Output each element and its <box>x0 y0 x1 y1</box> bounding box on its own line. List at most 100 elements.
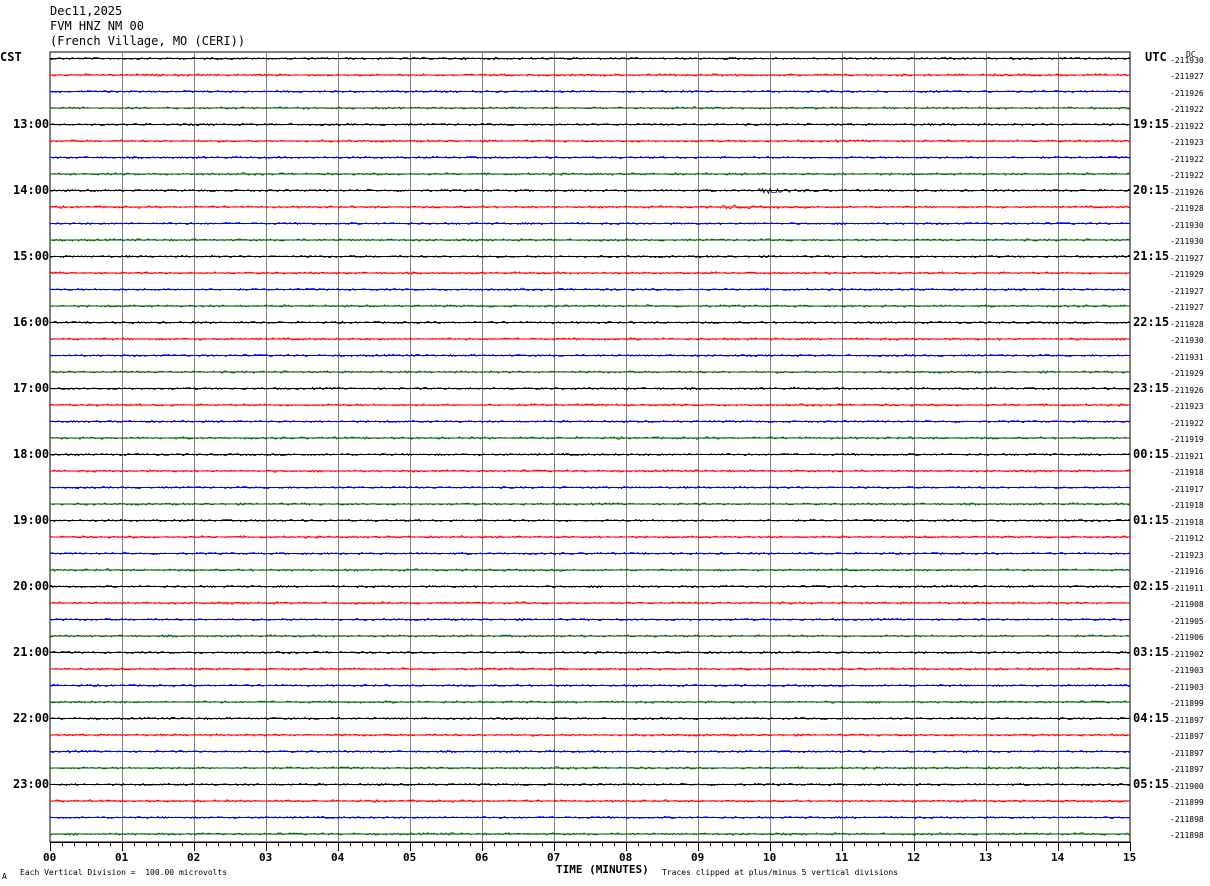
x-tick-label: 03 <box>259 851 273 864</box>
dc-offset-label: -211899 <box>1170 798 1204 807</box>
dc-offset-label: -211916 <box>1170 567 1204 576</box>
right-timezone-label: UTC <box>1145 50 1167 64</box>
x-tick-label: 12 <box>907 851 921 864</box>
dc-offset-label: -211903 <box>1170 682 1204 692</box>
x-tick-label: 02 <box>187 851 201 864</box>
dc-offset-label: -211922 <box>1170 105 1204 114</box>
x-tick-label: 11 <box>835 851 849 864</box>
right-hour-label: 04:15 <box>1133 710 1170 725</box>
dc-offset-label: -211929 <box>1170 369 1204 378</box>
left-hour-label: 19:00 <box>13 512 50 527</box>
dc-offset-label: -211926 <box>1170 88 1204 98</box>
right-hour-label: 19:15 <box>1133 116 1170 131</box>
dc-offset-label: -211927 <box>1170 286 1204 296</box>
dc-offset-label: -211930 <box>1170 55 1204 65</box>
dc-offset-label: -211900 <box>1170 781 1204 791</box>
right-hour-label: 05:15 <box>1133 776 1170 791</box>
dc-offset-label: -211930 <box>1170 336 1204 345</box>
x-tick-label: 01 <box>115 851 129 864</box>
dc-offset-label: -211897 <box>1170 732 1204 741</box>
right-hour-label: 21:15 <box>1133 248 1170 263</box>
trace-signal <box>49 187 1131 195</box>
dc-offset-label: -211930 <box>1170 237 1204 246</box>
x-tick-label: 14 <box>1051 851 1065 864</box>
header-station: FVM HNZ NM 00 <box>50 19 144 33</box>
header-location: (French Village, MO (CERI)) <box>50 34 246 48</box>
x-tick-label: 13 <box>979 851 993 864</box>
clip-note: Traces clipped at plus/minus 5 vertical … <box>662 868 899 877</box>
right-hour-label: 23:15 <box>1133 380 1170 395</box>
dc-offset-label: -211922 <box>1170 121 1204 131</box>
dc-offset-label: -211919 <box>1170 435 1204 444</box>
corner-mark: A <box>2 872 7 881</box>
right-hour-label: 01:15 <box>1133 512 1170 527</box>
dc-offset-label: -211926 <box>1170 385 1204 395</box>
trace-signal <box>49 271 1131 276</box>
dc-offset-label: -211899 <box>1170 699 1204 708</box>
dc-offset-label: -211930 <box>1170 220 1204 230</box>
dc-offset-label: -211927 <box>1170 303 1204 312</box>
header-date: Dec11,2025 <box>50 4 123 18</box>
dc-offset-label: -211922 <box>1170 171 1204 180</box>
x-tick-label: 00 <box>43 851 57 864</box>
plot-border <box>49 51 1131 843</box>
right-hour-label: 02:15 <box>1133 578 1170 593</box>
helicorder-plot <box>49 51 1131 851</box>
dc-offset-label: -211918 <box>1170 468 1204 477</box>
dc-offset-label: -211897 <box>1170 748 1204 758</box>
x-tick-label: 10 <box>763 851 777 864</box>
left-hour-label: 15:00 <box>13 248 50 263</box>
dc-offset-label: -211928 <box>1170 319 1204 329</box>
x-tick-label: 15 <box>1123 851 1137 864</box>
trace-signal <box>49 832 1131 836</box>
dc-offset-label: -211908 <box>1170 600 1204 609</box>
dc-offset-label: -211912 <box>1170 534 1204 543</box>
trace-signal <box>49 485 1131 490</box>
left-hour-label: 21:00 <box>13 644 50 659</box>
dc-offset-label: -211927 <box>1170 253 1204 263</box>
right-hour-label: 03:15 <box>1133 644 1170 659</box>
dc-offset-label: -211931 <box>1170 352 1204 362</box>
dc-offset-label: -211923 <box>1170 550 1204 560</box>
seismic-traces <box>49 56 1131 836</box>
left-hour-label: 18:00 <box>13 446 50 461</box>
dc-offset-label: -211927 <box>1170 72 1204 81</box>
dc-offset-label: -211897 <box>1170 765 1204 774</box>
left-hour-label: 13:00 <box>13 116 50 131</box>
dc-offset-label: -211918 <box>1170 501 1204 510</box>
dc-offset-label: -211898 <box>1170 814 1204 824</box>
dc-offset-label: -211903 <box>1170 666 1204 675</box>
x-axis-label: TIME (MINUTES) <box>556 863 649 876</box>
x-axis <box>50 842 1131 851</box>
dc-offset-label: -211897 <box>1170 715 1204 725</box>
left-timezone-label: CST <box>0 50 22 64</box>
dc-offset-label: -211898 <box>1170 831 1204 840</box>
dc-offset-label: -211929 <box>1170 270 1204 279</box>
dc-offset-label: -211911 <box>1170 583 1204 593</box>
left-hour-label: 14:00 <box>13 182 50 197</box>
dc-offset-label: -211923 <box>1170 138 1204 147</box>
x-tick-label: 04 <box>331 851 345 864</box>
dc-offset-label: -211906 <box>1170 633 1204 642</box>
left-hour-label: 17:00 <box>13 380 50 395</box>
trace-signal <box>49 798 1131 803</box>
x-tick-label: 05 <box>403 851 417 864</box>
x-tick-label: 06 <box>475 851 489 864</box>
dc-offset-label: -211926 <box>1170 187 1204 197</box>
scale-note: Each Vertical Division = 100.00 microvol… <box>20 868 228 877</box>
dc-offset-label: -211902 <box>1170 649 1204 659</box>
dc-offset-label: -211905 <box>1170 616 1204 626</box>
dc-offset-label: -211921 <box>1170 451 1204 461</box>
right-hour-label: 20:15 <box>1133 182 1170 197</box>
left-hour-label: 22:00 <box>13 710 50 725</box>
plot-grid <box>49 51 1131 843</box>
dc-offset-label: -211923 <box>1170 402 1204 411</box>
dc-offset-label: -211928 <box>1170 204 1204 213</box>
right-hour-label: 00:15 <box>1133 446 1170 461</box>
trace-signal <box>49 518 1131 523</box>
dc-offset-label: -211922 <box>1170 418 1204 428</box>
left-hour-label: 20:00 <box>13 578 50 593</box>
dc-offset-label: -211918 <box>1170 517 1204 527</box>
dc-offset-label: -211917 <box>1170 484 1204 494</box>
x-tick-label: 09 <box>691 851 705 864</box>
